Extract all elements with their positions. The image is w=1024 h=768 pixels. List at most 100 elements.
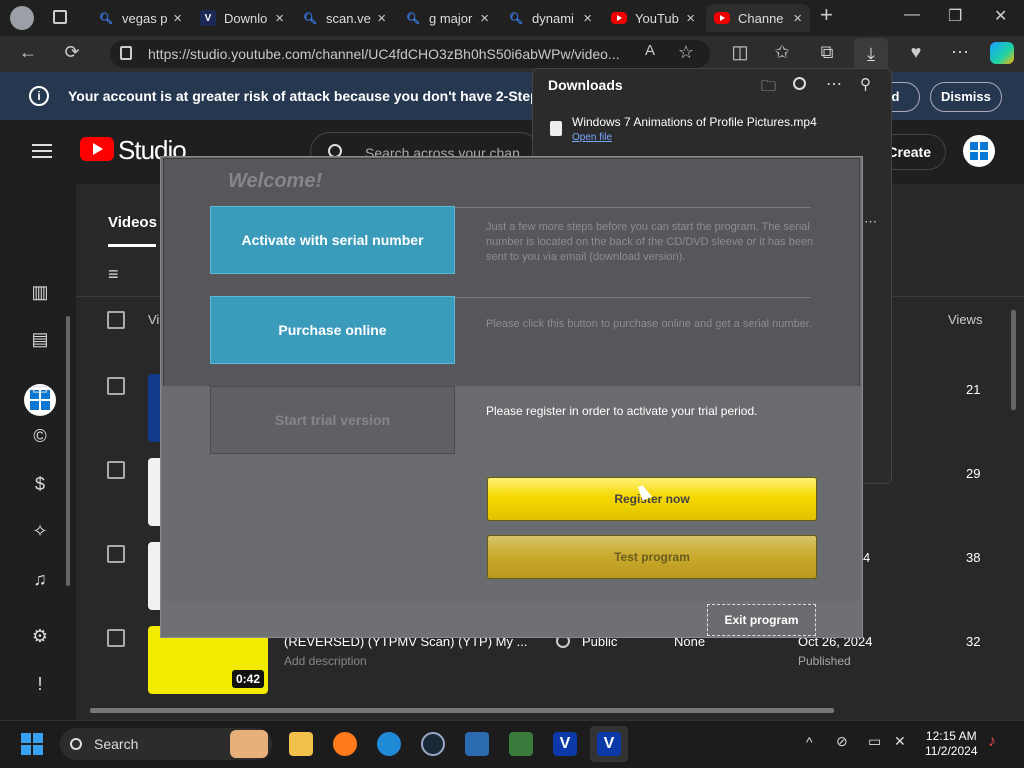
vegas-pro-active-tile[interactable]: V — [590, 726, 628, 762]
register-now-button[interactable]: Register now — [487, 477, 817, 521]
close-icon[interactable]: × — [793, 10, 802, 27]
dismiss-button[interactable]: Dismiss — [930, 82, 1002, 112]
back-icon[interactable]: ← — [16, 42, 40, 63]
display-icon[interactable]: ▭ — [868, 733, 881, 750]
comments-icon[interactable]: ▤ — [28, 327, 52, 351]
profile-avatar[interactable] — [10, 6, 34, 30]
close-icon[interactable]: × — [377, 10, 386, 27]
subtitles-icon[interactable]: ▭ — [28, 376, 52, 400]
youtube-logo[interactable] — [80, 137, 114, 161]
close-icon[interactable]: × — [275, 10, 284, 27]
start-button[interactable] — [21, 733, 43, 755]
vegas-pro-icon: V — [597, 732, 621, 756]
audio-library-icon[interactable]: ♫ — [28, 567, 52, 591]
activate-serial-button[interactable]: Activate with serial number — [210, 206, 455, 274]
pin-icon[interactable]: ⚲ — [860, 75, 871, 93]
close-icon[interactable]: × — [583, 10, 592, 27]
tab-scan[interactable]: 🔍︎ scan.ve × — [294, 4, 394, 32]
downloads-button[interactable]: ⤓ — [854, 38, 888, 70]
row-checkbox[interactable] — [107, 545, 125, 563]
duration-badge: 0:42 — [232, 670, 265, 688]
start-trial-button[interactable]: Start trial version — [210, 386, 455, 454]
youtube-icon — [714, 12, 730, 24]
steam-icon[interactable] — [421, 732, 445, 756]
downloads-title: Downloads — [548, 77, 623, 93]
analytics-icon[interactable]: ▥ — [28, 280, 52, 304]
info-icon: i — [29, 86, 49, 106]
address-bar[interactable]: https://studio.youtube.com/channel/UC4fd… — [110, 40, 710, 68]
performance-icon[interactable]: ♥ — [904, 42, 928, 63]
row-views: 29 — [966, 466, 981, 481]
tab-dynamic[interactable]: 🔍︎ dynami × — [500, 4, 600, 32]
taskbar-clock[interactable]: 12:15 AM 11/2/2024 — [925, 729, 978, 759]
tab-youtube[interactable]: YouTub × — [603, 4, 703, 32]
collections-icon[interactable]: ⧉ — [815, 42, 839, 63]
tab-vegas[interactable]: 🔍︎ vegas p × — [90, 4, 190, 32]
row-checkbox[interactable] — [107, 461, 125, 479]
file-explorer-icon[interactable] — [289, 732, 313, 756]
vegas-pro-icon[interactable]: V — [553, 732, 577, 756]
notification-bell-icon[interactable]: ♪ — [988, 733, 996, 751]
row-checkbox[interactable] — [107, 377, 125, 395]
more-icon[interactable]: ⋯ — [948, 42, 972, 63]
search-icon — [70, 738, 82, 750]
filter-icon[interactable]: ≡ — [108, 264, 119, 285]
downloads-more-icon[interactable]: ⋯ — [826, 74, 842, 94]
search-highlight-icon — [230, 730, 268, 758]
row-views: 32 — [966, 634, 981, 649]
edge-icon[interactable] — [377, 732, 401, 756]
customization-icon[interactable]: ✧ — [28, 519, 52, 543]
download-file-name: Windows 7 Animations of Profile Pictures… — [572, 115, 817, 129]
search-icon: 🔍︎ — [303, 12, 317, 25]
account-avatar[interactable] — [963, 135, 995, 167]
copyright-icon[interactable]: © — [28, 424, 52, 448]
split-screen-icon[interactable]: ◫ — [728, 42, 752, 63]
test-program-button[interactable]: Test program — [487, 535, 817, 579]
tab-channel-active[interactable]: Channe × — [706, 4, 810, 32]
open-file-link[interactable]: Open file — [572, 132, 612, 143]
tab-gmajor[interactable]: 🔍︎ g major × — [397, 4, 497, 32]
settings-icon[interactable]: ⚙ — [28, 624, 52, 648]
open-folder-icon[interactable]: 🗀 — [761, 76, 776, 101]
favorite-star-icon[interactable]: ☆ — [674, 42, 698, 63]
firefox-icon[interactable] — [333, 732, 357, 756]
close-icon[interactable]: × — [173, 10, 182, 27]
menu-icon[interactable] — [32, 144, 52, 158]
restore-icon[interactable]: ❐ — [948, 6, 962, 26]
read-aloud-icon[interactable]: A — [638, 42, 662, 59]
tray-chevron-icon[interactable]: ^ — [806, 734, 813, 750]
tab-videos[interactable]: Videos — [108, 214, 157, 231]
feedback-icon[interactable]: ! — [28, 672, 52, 696]
lock-icon — [120, 46, 132, 60]
download-icon: ⤓ — [867, 44, 875, 64]
earn-icon[interactable]: $ — [28, 472, 52, 496]
new-tab-icon[interactable]: + — [820, 2, 833, 28]
activate-description: Just a few more steps before you can sta… — [486, 221, 814, 263]
volume-muted-icon[interactable]: ✕ — [894, 733, 906, 750]
tab-actions-icon[interactable] — [53, 10, 67, 24]
tab-download[interactable]: V Downlo × — [192, 4, 292, 32]
horizontal-scrollbar[interactable] — [90, 708, 834, 713]
favorites-icon[interactable]: ✩ — [770, 42, 794, 63]
purchase-online-button[interactable]: Purchase online — [210, 296, 455, 364]
minimize-icon[interactable]: — — [904, 6, 920, 24]
search-icon: 🔍︎ — [99, 12, 113, 25]
search-downloads-icon[interactable] — [793, 77, 806, 90]
divider — [455, 297, 811, 298]
row-views: 21 — [966, 382, 981, 397]
copilot-icon[interactable] — [990, 42, 1014, 64]
app-window-icon[interactable] — [509, 732, 533, 756]
download-item-more-icon[interactable]: ⋯ — [864, 214, 877, 230]
window-close-icon[interactable]: ✕ — [994, 6, 1007, 26]
close-icon[interactable]: × — [480, 10, 489, 27]
app-icon[interactable] — [465, 732, 489, 756]
col-video-header: Vi — [148, 312, 160, 327]
content-scrollbar[interactable] — [1011, 310, 1016, 410]
refresh-icon[interactable]: ⟳ — [60, 42, 84, 63]
exit-program-button[interactable]: Exit program — [707, 604, 816, 636]
row-checkbox[interactable] — [107, 629, 125, 647]
close-icon[interactable]: × — [686, 10, 695, 27]
select-all-checkbox[interactable] — [107, 311, 125, 329]
network-icon[interactable]: ⊘ — [836, 733, 848, 750]
sidebar-scrollbar[interactable] — [66, 316, 70, 586]
